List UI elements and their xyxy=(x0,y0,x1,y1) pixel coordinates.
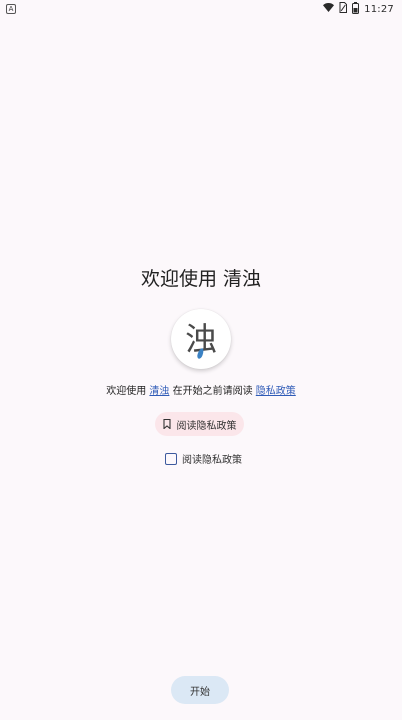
read-policy-checkbox-row[interactable]: 阅读隐私政策 xyxy=(165,451,242,466)
start-button[interactable]: 开始 xyxy=(171,676,229,704)
status-bar: A 11:27 xyxy=(0,0,402,18)
read-policy-label: 阅读隐私政策 xyxy=(176,420,237,432)
intro-line: 欢迎使用 清浊 在开始之前请阅读 隐私政策 xyxy=(0,382,402,397)
read-policy-checkbox[interactable] xyxy=(165,452,177,465)
status-right: 11:27 xyxy=(323,1,394,17)
status-left: A xyxy=(6,4,16,14)
read-policy-button[interactable]: 阅读隐私政策 xyxy=(155,412,244,436)
intro-middle: 在开始之前请阅读 xyxy=(172,386,253,397)
status-time: 11:27 xyxy=(364,3,394,15)
bookmark-icon xyxy=(162,418,171,430)
privacy-policy-link[interactable]: 隐私政策 xyxy=(256,386,296,397)
welcome-title: 欢迎使用 清浊 xyxy=(140,268,262,290)
checkbox-label: 阅读隐私政策 xyxy=(182,455,242,466)
app-name-link[interactable]: 清浊 xyxy=(149,386,169,397)
notification-icon: A xyxy=(6,4,16,14)
start-label: 开始 xyxy=(190,686,210,698)
sim-icon xyxy=(339,2,348,16)
wifi-icon xyxy=(323,3,335,15)
app-logo: 浊 xyxy=(171,309,231,369)
privacy-welcome-screen: A 11:27 欢迎使用 清浊 浊 欢迎使用 清浊 在开始之前请阅读 隐私政策 xyxy=(0,0,402,720)
intro-prefix: 欢迎使用 xyxy=(106,386,147,397)
logo-glyph: 浊 xyxy=(185,323,217,360)
battery-icon xyxy=(352,1,360,17)
